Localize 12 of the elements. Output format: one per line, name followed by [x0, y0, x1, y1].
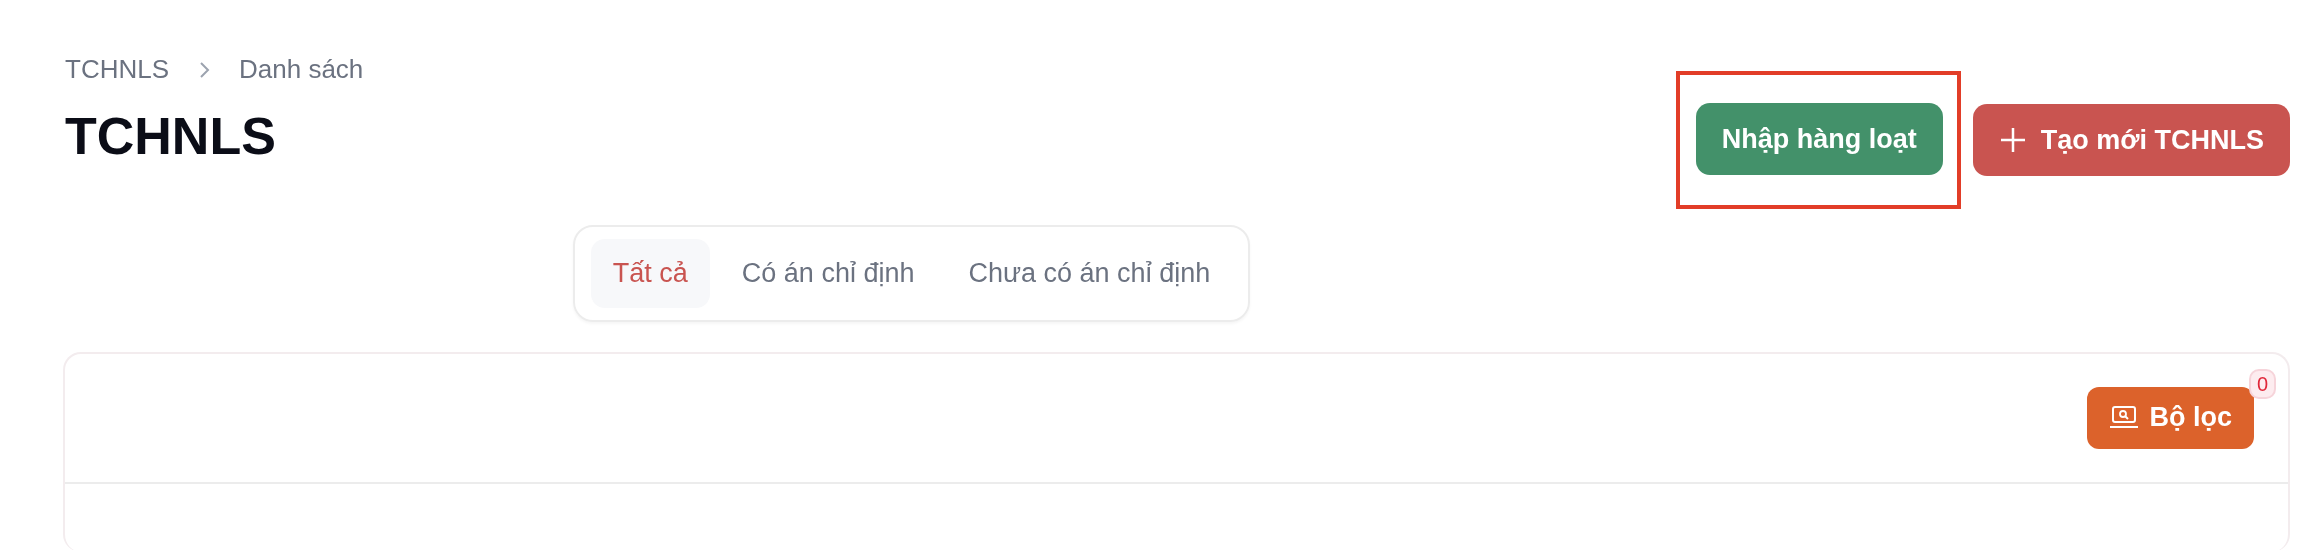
- filter-button[interactable]: Bộ lọc: [2087, 386, 2254, 449]
- tab[interactable]: Chưa có án chỉ định: [946, 239, 1233, 308]
- tab[interactable]: Tất cả: [590, 239, 710, 308]
- page-title: TCHNLS: [65, 106, 277, 167]
- create-button[interactable]: Tạo mới TCHNLS: [1972, 104, 2290, 176]
- count-badge: 0: [2248, 368, 2276, 399]
- breadcrumb-link[interactable]: Danh sách: [239, 50, 364, 89]
- plus-icon: [1998, 126, 2027, 154]
- breadcrumb-link[interactable]: TCHNLS: [65, 50, 169, 89]
- laptop-search-icon: [2109, 404, 2140, 431]
- import-button[interactable]: Nhập hàng loạt: [1695, 103, 1943, 175]
- tab[interactable]: Có án chỉ định: [719, 239, 937, 308]
